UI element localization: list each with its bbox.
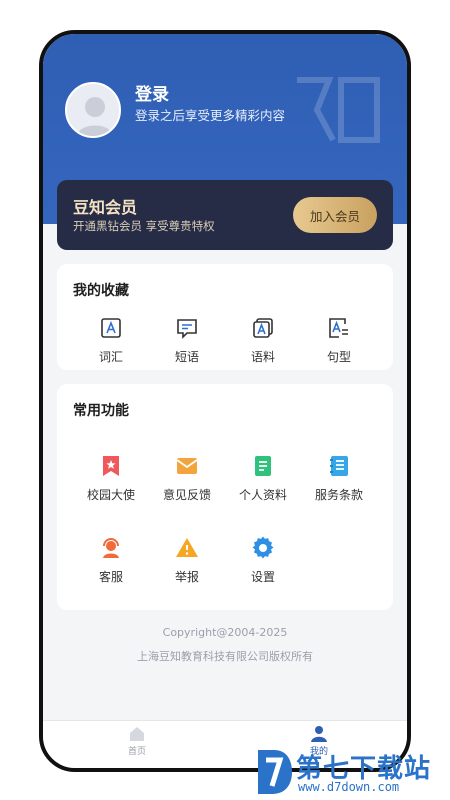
favorite-corpus[interactable]: 语料: [228, 314, 298, 365]
favorite-label: 词汇: [98, 350, 123, 364]
function-feedback[interactable]: 意见反馈: [152, 452, 222, 503]
company-text: 上海豆知教育科技有限公司版权所有: [137, 650, 313, 663]
phone-frame: 登录 登录之后享受更多精彩内容 豆知会员 开通黑钻会员 享受尊贵特权 加入会员 …: [39, 30, 411, 772]
corpus-icon: [249, 314, 277, 342]
function-label: 客服: [98, 570, 123, 584]
watermark-url: www.d7down.com: [298, 780, 400, 794]
vocab-icon: [97, 314, 125, 342]
avatar[interactable]: [65, 82, 121, 138]
join-vip-button[interactable]: 加入会员: [293, 197, 377, 233]
document-icon: [249, 452, 277, 480]
vip-title: 豆知会员: [73, 198, 138, 217]
notebook-icon: [325, 452, 353, 480]
login-title[interactable]: 登录: [135, 80, 169, 105]
home-icon: [130, 727, 144, 741]
function-terms[interactable]: 服务条款: [304, 452, 374, 503]
zhi-logo-watermark: [297, 77, 380, 143]
bookmark-star-icon: [97, 452, 125, 480]
warning-icon: [173, 534, 201, 562]
favorite-label: 句型: [326, 350, 351, 364]
phrase-icon: [173, 314, 201, 342]
vip-subtitle: 开通黑钻会员 享受尊贵特权: [73, 219, 215, 233]
function-label: 设置: [250, 570, 275, 584]
functions-card: 常用功能 校园大使 意见反馈 个人资料 服务条款 客服 举报 设置: [57, 384, 393, 610]
favorite-sentence[interactable]: 句型: [304, 314, 374, 365]
favorites-card: 我的收藏 词汇 短语 语料 句型: [57, 264, 393, 370]
function-settings[interactable]: 设置: [228, 534, 298, 585]
function-label: 校园大使: [86, 488, 135, 502]
d7-logo-icon: [258, 750, 292, 794]
headset-icon: [97, 534, 125, 562]
favorite-label: 语料: [250, 350, 275, 364]
profile-icon: [311, 726, 327, 742]
function-ambassador[interactable]: 校园大使: [76, 452, 146, 503]
function-label: 意见反馈: [162, 488, 211, 502]
vip-card: 豆知会员 开通黑钻会员 享受尊贵特权 加入会员: [57, 180, 393, 250]
favorite-label: 短语: [174, 350, 199, 364]
user-silhouette-icon: [77, 97, 113, 136]
site-watermark: 第七下载站 www.d7down.com: [252, 746, 448, 800]
favorite-phrase[interactable]: 短语: [152, 314, 222, 365]
copyright-text: Copyright@2004-2025: [162, 626, 288, 639]
favorites-title: 我的收藏: [73, 283, 129, 299]
tab-home-label: 首页: [127, 747, 146, 757]
function-label: 举报: [174, 570, 199, 584]
functions-title: 常用功能: [73, 403, 129, 419]
login-subtitle: 登录之后享受更多精彩内容: [135, 108, 286, 123]
sentence-icon: [325, 314, 353, 342]
function-profile[interactable]: 个人资料: [228, 452, 298, 503]
gear-icon: [249, 534, 277, 562]
tab-home[interactable]: 首页: [107, 725, 167, 757]
envelope-icon: [173, 452, 201, 480]
function-label: 个人资料: [238, 488, 287, 502]
function-report[interactable]: 举报: [152, 534, 222, 585]
function-label: 服务条款: [314, 488, 363, 502]
function-support[interactable]: 客服: [76, 534, 146, 585]
favorite-vocab[interactable]: 词汇: [76, 314, 146, 365]
